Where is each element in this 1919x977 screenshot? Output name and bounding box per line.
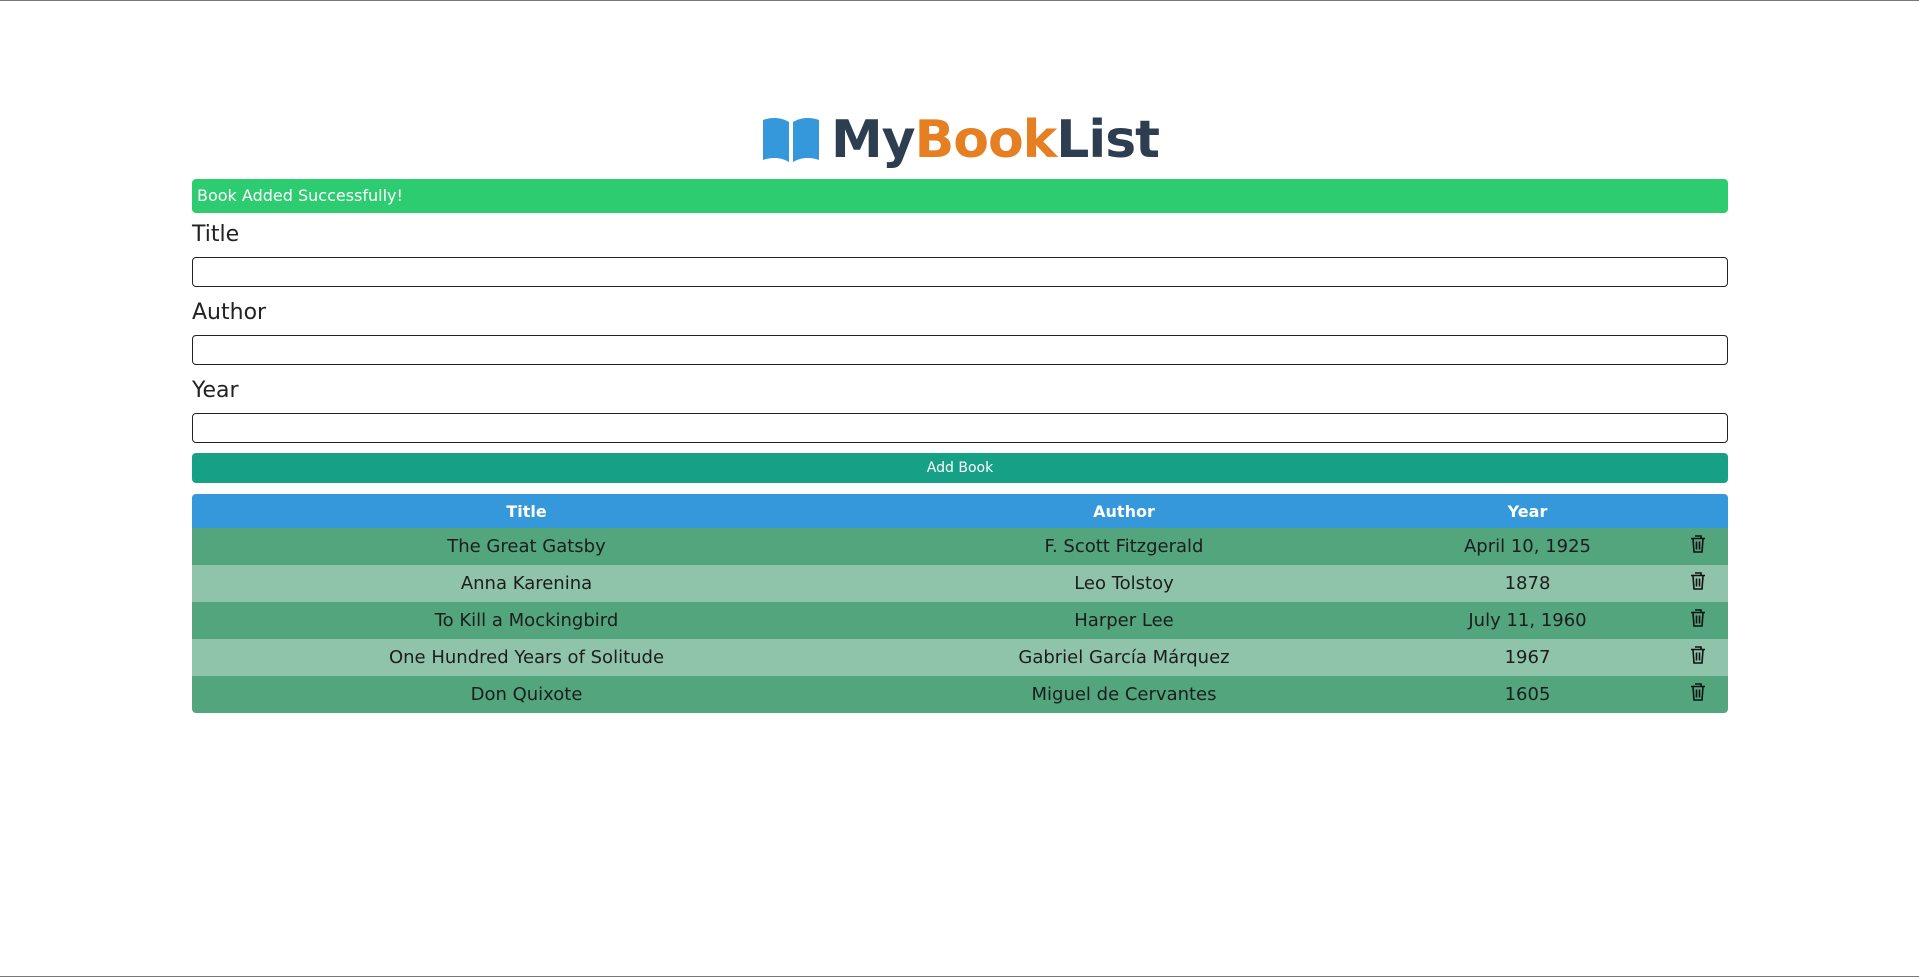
- trash-icon[interactable]: [1690, 646, 1706, 669]
- table-row: Anna Karenina Leo Tolstoy 1878: [192, 565, 1728, 602]
- cell-title: The Great Gatsby: [447, 536, 606, 557]
- cell-delete: [1668, 639, 1728, 676]
- table-row: One Hundred Years of Solitude Gabriel Ga…: [192, 639, 1728, 676]
- cell-title: One Hundred Years of Solitude: [388, 647, 665, 668]
- cell-delete: [1668, 602, 1728, 639]
- cell-author: F. Scott Fitzgerald: [1044, 536, 1204, 557]
- app-logo: MyBookList: [192, 108, 1728, 172]
- trash-icon[interactable]: [1690, 535, 1706, 558]
- open-book-icon: [762, 117, 819, 162]
- cell-author: Harper Lee: [1074, 610, 1174, 631]
- cell-delete: [1668, 528, 1728, 565]
- title-input[interactable]: [192, 257, 1728, 287]
- column-header-title: Title: [506, 501, 547, 521]
- cell-year: July 11, 1960: [1468, 610, 1587, 631]
- column-header-actions: [1668, 494, 1728, 528]
- app-title-book: Book: [914, 110, 1058, 170]
- cell-author: Miguel de Cervantes: [1031, 684, 1217, 705]
- add-book-button[interactable]: Add Book: [192, 453, 1728, 483]
- cell-delete: [1668, 565, 1728, 602]
- app-title-list: List: [1056, 110, 1160, 170]
- book-table-wrapper: Title Author Year The Great Gatsby F. Sc…: [192, 494, 1728, 713]
- top-border: [0, 0, 1919, 1]
- app-title: MyBookList: [830, 108, 1160, 172]
- cell-title: Don Quixote: [470, 684, 583, 705]
- success-alert: Book Added Successfully!: [192, 179, 1728, 213]
- column-header-author: Author: [1093, 501, 1155, 521]
- year-input[interactable]: [192, 413, 1728, 443]
- trash-icon[interactable]: [1690, 683, 1706, 706]
- trash-icon[interactable]: [1690, 572, 1706, 595]
- cell-title: To Kill a Mockingbird: [434, 610, 619, 631]
- title-label: Title: [192, 222, 240, 247]
- trash-icon[interactable]: [1690, 609, 1706, 632]
- cell-delete: [1668, 676, 1728, 713]
- cell-title: Anna Karenina: [460, 573, 593, 594]
- app-title-my: My: [830, 110, 916, 170]
- table-row: The Great Gatsby F. Scott Fitzgerald Apr…: [192, 528, 1728, 565]
- author-label: Author: [192, 300, 267, 325]
- table-row: Don Quixote Miguel de Cervantes 1605: [192, 676, 1728, 713]
- author-input[interactable]: [192, 335, 1728, 365]
- cell-year: 1878: [1504, 573, 1551, 594]
- table-header-row: Title Author Year: [192, 494, 1728, 528]
- table-row: To Kill a Mockingbird Harper Lee July 11…: [192, 602, 1728, 639]
- cell-year: 1605: [1504, 684, 1551, 705]
- cell-year: April 10, 1925: [1463, 536, 1592, 557]
- year-label: Year: [192, 378, 239, 403]
- column-header-year: Year: [1507, 501, 1548, 521]
- cell-author: Leo Tolstoy: [1074, 573, 1174, 594]
- book-table: Title Author Year The Great Gatsby F. Sc…: [192, 494, 1728, 713]
- cell-year: 1967: [1504, 647, 1551, 668]
- cell-author: Gabriel García Márquez: [1018, 647, 1230, 668]
